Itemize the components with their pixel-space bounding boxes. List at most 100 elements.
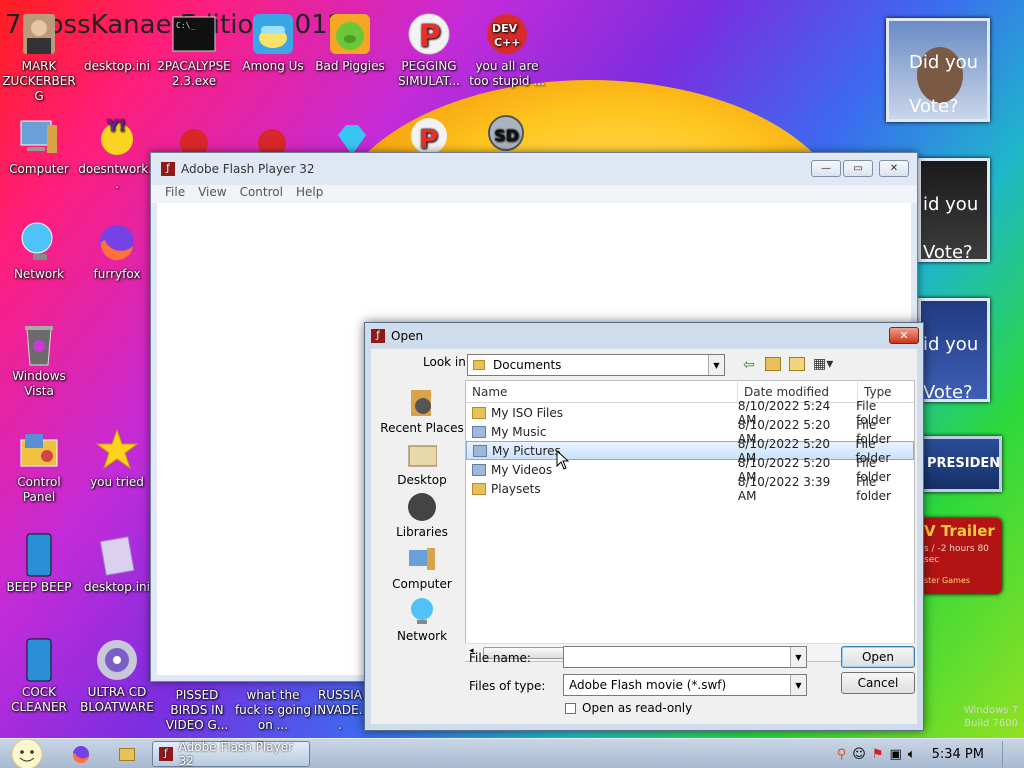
- chevron-down-icon: ▼: [790, 647, 806, 667]
- cancel-button[interactable]: Cancel: [841, 672, 915, 694]
- control-panel-icon: [17, 428, 61, 472]
- maximize-button[interactable]: ▭: [843, 160, 873, 177]
- desktop-icon-desktop-ini-2[interactable]: desktop.ini: [78, 533, 156, 595]
- column-header-name[interactable]: Name: [466, 381, 738, 402]
- files-of-type-label: Files of type:: [469, 679, 546, 693]
- taskbar-explorer[interactable]: [116, 741, 138, 767]
- place-computer[interactable]: Computer: [379, 543, 465, 595]
- file-name-label: File name:: [469, 651, 531, 665]
- desktop-icon-doesntwork[interactable]: Y! doesntwork...: [78, 115, 156, 192]
- view-menu-icon[interactable]: ▦▾: [813, 356, 833, 372]
- volume-icon[interactable]: 🔈︎: [908, 747, 916, 762]
- desktop-icon-sd[interactable]: SD: [472, 110, 540, 157]
- desktop-icon-russia[interactable]: RUSSIA INVADE...: [312, 688, 368, 733]
- desktop-icon-windows-vista[interactable]: Windows Vista: [0, 322, 78, 399]
- desktop-icon-what-the[interactable]: what the fuck is going on ...: [234, 688, 312, 733]
- pig-icon: [328, 12, 372, 56]
- menu-control[interactable]: Control: [240, 185, 283, 203]
- cd-icon: [95, 638, 139, 682]
- taskbar-firefox[interactable]: [70, 741, 92, 767]
- files-of-type-dropdown[interactable]: Adobe Flash movie (*.swf) ▼: [563, 674, 807, 696]
- app-icon: [17, 533, 61, 577]
- read-only-label: Open as read-only: [582, 701, 693, 715]
- windows-watermark: Windows 7 Build 7600: [963, 705, 1018, 729]
- menu-help[interactable]: Help: [296, 185, 323, 203]
- flash-window-title: Adobe Flash Player 32: [181, 162, 315, 176]
- menu-file[interactable]: File: [165, 185, 185, 203]
- open-dialog-title: Open: [391, 329, 424, 343]
- desktop-icon-computer[interactable]: Computer: [0, 115, 78, 177]
- vote-gadget-3[interactable]: id you Vote?: [918, 298, 990, 402]
- app-icon: [17, 638, 61, 682]
- network-globe-icon: [17, 220, 61, 264]
- vote-gadget-1[interactable]: Did you Vote?: [886, 18, 990, 122]
- desktop-icon: [406, 439, 438, 471]
- close-icon: ✕: [889, 163, 899, 174]
- desktop-icon-you-tried[interactable]: you tried: [78, 428, 156, 490]
- trailer-gadget[interactable]: V Trailer s / -2 hours 80 sec ster Games: [918, 518, 1002, 594]
- desktop-icon-network[interactable]: Network: [0, 220, 78, 282]
- look-in-dropdown[interactable]: Documents ▼: [467, 354, 725, 376]
- up-folder-icon[interactable]: [765, 357, 781, 371]
- action-center-flag-icon[interactable]: ⚑: [872, 747, 884, 762]
- minimize-button[interactable]: —: [811, 160, 841, 177]
- place-recent-places[interactable]: Recent Places: [379, 387, 465, 439]
- flash-logo-icon: ƒ: [161, 162, 175, 176]
- desktop-icon-2pacalypse[interactable]: C:\_ 2PACALYPSE 2.3.exe: [155, 12, 233, 89]
- svg-text:DEV: DEV: [492, 22, 518, 35]
- document-icon: [95, 533, 139, 577]
- close-button[interactable]: ✕: [879, 160, 909, 177]
- desktop-icon-cock-cleaner[interactable]: COCK CLEANER: [0, 638, 78, 715]
- network-tray-icon[interactable]: ▣: [890, 747, 902, 762]
- chevron-down-icon: ▼: [790, 675, 806, 695]
- desktop-icon-among-us[interactable]: Among Us: [234, 12, 312, 74]
- file-list[interactable]: Name Date modified Type My ISO Files 8/1…: [465, 380, 915, 662]
- desktop-icon-ultra-cd[interactable]: ULTRA CD BLOATWARE: [78, 638, 156, 715]
- flash-title-bar[interactable]: ƒ Adobe Flash Player 32: [151, 153, 917, 185]
- open-dialog[interactable]: ƒ Open ✕ Look in: Documents ▼ ⇦ ▦▾ Recen…: [364, 322, 924, 731]
- desktop-icon-control-panel[interactable]: Control Panel: [0, 428, 78, 505]
- president-gadget[interactable]: PRESIDENT: [918, 436, 1002, 492]
- place-libraries[interactable]: Libraries: [379, 491, 465, 543]
- taskbar-flash-player[interactable]: ƒ Adobe Flash Player 32: [152, 740, 310, 768]
- desktop-icon-furryfox[interactable]: furryfox: [78, 220, 156, 282]
- taskbar: ƒ Adobe Flash Player 32 ⚲ ☺ ⚑ ▣ 🔈︎ 5:34 …: [0, 738, 1024, 768]
- desktop-icon-dev-cpp[interactable]: DEV C++ you all are too stupid ...: [468, 12, 546, 89]
- look-in-label: Look in:: [423, 355, 470, 369]
- open-dialog-title-bar[interactable]: ƒ Open: [365, 323, 923, 349]
- place-desktop[interactable]: Desktop: [379, 439, 465, 491]
- search-icon[interactable]: ⚲: [837, 747, 847, 762]
- desktop-icon-mark-zuckerberg[interactable]: MARK ZUCKERBERG: [0, 12, 78, 104]
- desktop-icon-desktop-ini[interactable]: desktop.ini: [78, 12, 156, 74]
- svg-text:SD: SD: [494, 126, 519, 145]
- computer-icon: [17, 115, 61, 159]
- desktop-icon-pissed-birds[interactable]: PISSED BIRDS IN VIDEO G...: [157, 688, 237, 733]
- dev-cpp-icon: DEV C++: [485, 12, 529, 56]
- vote-gadget-2[interactable]: id you Vote?: [918, 158, 990, 262]
- desktop-icon-pegging-simulator[interactable]: P PEGGING SIMULAT...: [390, 12, 468, 89]
- read-only-checkbox[interactable]: [565, 702, 576, 714]
- start-button[interactable]: [6, 739, 48, 768]
- open-button[interactable]: Open: [841, 646, 915, 668]
- system-tray: ⚲ ☺ ⚑ ▣ 🔈︎ 5:34 PM: [837, 739, 1024, 768]
- flash-logo-icon: ƒ: [371, 329, 385, 343]
- pictures-folder-icon: [473, 444, 487, 457]
- file-name-input[interactable]: ▼: [563, 646, 807, 668]
- read-only-option[interactable]: Open as read-only: [565, 701, 692, 715]
- gear-icon: SD: [484, 110, 528, 154]
- star-icon: [95, 428, 139, 472]
- smiley-icon[interactable]: ☺: [852, 747, 866, 762]
- desktop-icon-beep-beep[interactable]: BEEP BEEP: [0, 533, 78, 595]
- chevron-down-icon: ▼: [708, 355, 724, 375]
- file-row-playsets[interactable]: Playsets 8/10/2022 3:39 AM File folder: [466, 475, 914, 503]
- taskbar-clock[interactable]: 5:34 PM: [932, 747, 984, 762]
- new-folder-icon[interactable]: [789, 357, 805, 371]
- back-arrow-icon[interactable]: ⇦: [743, 357, 755, 373]
- menu-view[interactable]: View: [198, 185, 226, 203]
- desktop-icon-bad-piggies[interactable]: Bad Piggies: [311, 12, 389, 74]
- place-network[interactable]: Network: [379, 595, 465, 647]
- console-icon: C:\_: [172, 12, 216, 56]
- dialog-close-button[interactable]: ✕: [889, 327, 919, 344]
- maximize-icon: ▭: [853, 163, 863, 174]
- show-desktop-button[interactable]: [1002, 741, 1014, 767]
